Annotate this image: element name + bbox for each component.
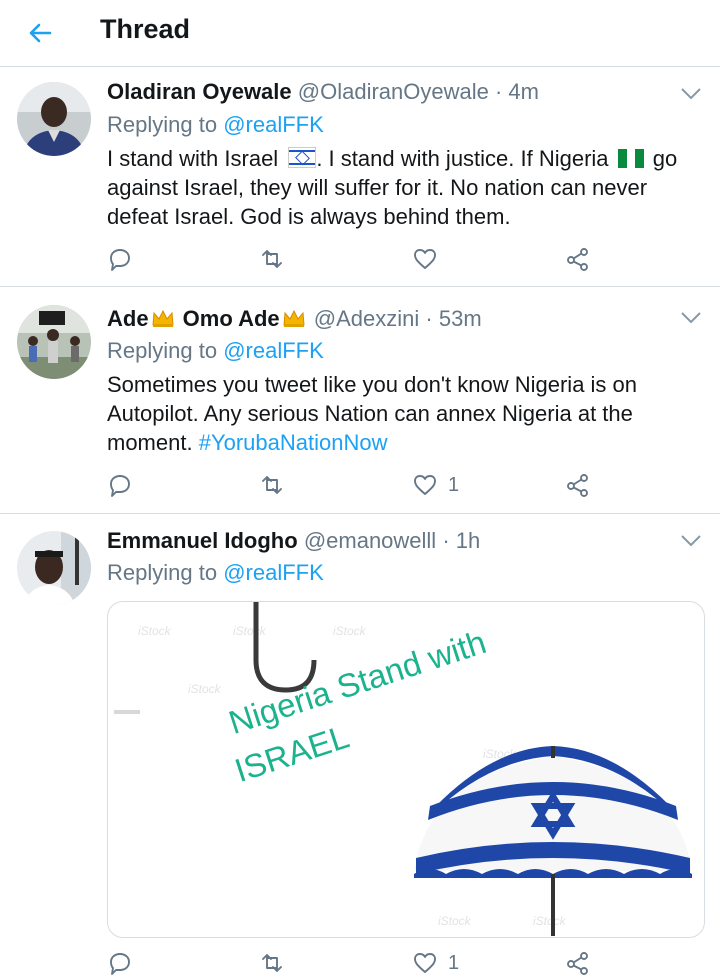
retweet-button[interactable] bbox=[259, 948, 285, 978]
watermark: iStock bbox=[333, 624, 366, 638]
israel-flag-icon bbox=[288, 147, 317, 168]
share-button[interactable] bbox=[565, 470, 591, 500]
reply-button[interactable] bbox=[107, 470, 133, 500]
retweet-button[interactable] bbox=[259, 470, 285, 500]
share-icon bbox=[567, 474, 588, 497]
tweet-header: Emmanuel Idogho @emanowelll · 1h bbox=[107, 528, 480, 554]
tweet-image[interactable]: iStock iStock iStock iStock iStock iStoc… bbox=[107, 601, 705, 938]
tweet-actions bbox=[107, 244, 607, 274]
share-button[interactable] bbox=[565, 948, 591, 978]
tweet-header: Ade Omo Ade @Adexzini · 53m bbox=[107, 306, 482, 332]
tweet-time: · 4m bbox=[494, 79, 539, 104]
like-button[interactable]: 1 bbox=[412, 948, 459, 978]
avatar[interactable] bbox=[17, 531, 91, 605]
author-handle[interactable]: @Adexzini bbox=[314, 306, 420, 331]
like-button[interactable] bbox=[412, 244, 448, 274]
reply-handle-link[interactable]: @realFFK bbox=[223, 338, 324, 363]
back-arrow-icon[interactable] bbox=[24, 17, 56, 49]
reply-icon bbox=[110, 249, 130, 271]
author-handle[interactable]: @emanowelll bbox=[304, 528, 436, 553]
hashtag-link[interactable]: #YorubaNationNow bbox=[199, 430, 388, 455]
like-button[interactable]: 1 bbox=[412, 470, 459, 500]
nigeria-flag-icon bbox=[617, 149, 644, 168]
reply-icon bbox=[110, 475, 130, 497]
tweet-time: · 1h bbox=[442, 528, 481, 553]
crown-emoji-icon bbox=[283, 309, 305, 327]
avatar[interactable] bbox=[17, 82, 91, 156]
replying-to: Replying to @realFFK bbox=[107, 560, 324, 585]
reply-button[interactable] bbox=[107, 244, 133, 274]
reply-handle-link[interactable]: @realFFK bbox=[223, 112, 324, 137]
author-name[interactable]: Emmanuel Idogho bbox=[107, 528, 298, 553]
tweet-time: · 53m bbox=[425, 306, 482, 331]
replying-to: Replying to @realFFK bbox=[107, 112, 324, 137]
reply-button[interactable] bbox=[107, 948, 133, 978]
top-bar: Thread bbox=[0, 0, 720, 67]
retweet-icon bbox=[262, 954, 282, 972]
chevron-down-icon[interactable] bbox=[680, 87, 702, 101]
chevron-down-icon[interactable] bbox=[680, 534, 702, 548]
like-count: 1 bbox=[448, 473, 460, 496]
like-icon bbox=[414, 475, 436, 495]
page-title: Thread bbox=[100, 14, 191, 44]
author-handle[interactable]: @OladiranOyewale bbox=[298, 79, 489, 104]
tweet-text: I stand with Israel . I stand with justi… bbox=[107, 146, 678, 229]
chevron-down-icon[interactable] bbox=[680, 311, 702, 325]
tweet-2[interactable]: Ade Omo Ade @Adexzini · 53m Replying to … bbox=[0, 287, 720, 514]
avatar[interactable] bbox=[17, 305, 91, 379]
israel-umbrella-graphic bbox=[414, 746, 692, 936]
retweet-icon bbox=[262, 250, 282, 268]
like-icon bbox=[414, 953, 436, 973]
retweet-button[interactable] bbox=[259, 244, 285, 274]
like-count: 1 bbox=[448, 951, 460, 974]
retweet-icon bbox=[262, 476, 282, 494]
replying-to: Replying to @realFFK bbox=[107, 338, 324, 363]
share-icon bbox=[567, 952, 588, 975]
reply-icon bbox=[110, 953, 130, 975]
crown-emoji-icon bbox=[152, 309, 174, 327]
tweet-text: Sometimes you tweet like you don't know … bbox=[107, 372, 638, 455]
tweet-actions: 1 bbox=[107, 470, 607, 500]
reply-handle-link[interactable]: @realFFK bbox=[223, 560, 324, 585]
author-name[interactable]: Oladiran Oyewale bbox=[107, 79, 292, 104]
watermark: iStock bbox=[188, 682, 221, 696]
share-button[interactable] bbox=[565, 244, 591, 274]
tweet-header: Oladiran Oyewale @OladiranOyewale · 4m bbox=[107, 79, 539, 105]
like-icon bbox=[414, 249, 436, 269]
tweet-actions: 1 bbox=[107, 948, 607, 978]
author-name[interactable]: Ade Omo Ade bbox=[107, 306, 308, 331]
share-icon bbox=[567, 248, 588, 271]
tweet-1[interactable]: Oladiran Oyewale @OladiranOyewale · 4m R… bbox=[0, 67, 720, 287]
watermark: iStock bbox=[138, 624, 171, 638]
